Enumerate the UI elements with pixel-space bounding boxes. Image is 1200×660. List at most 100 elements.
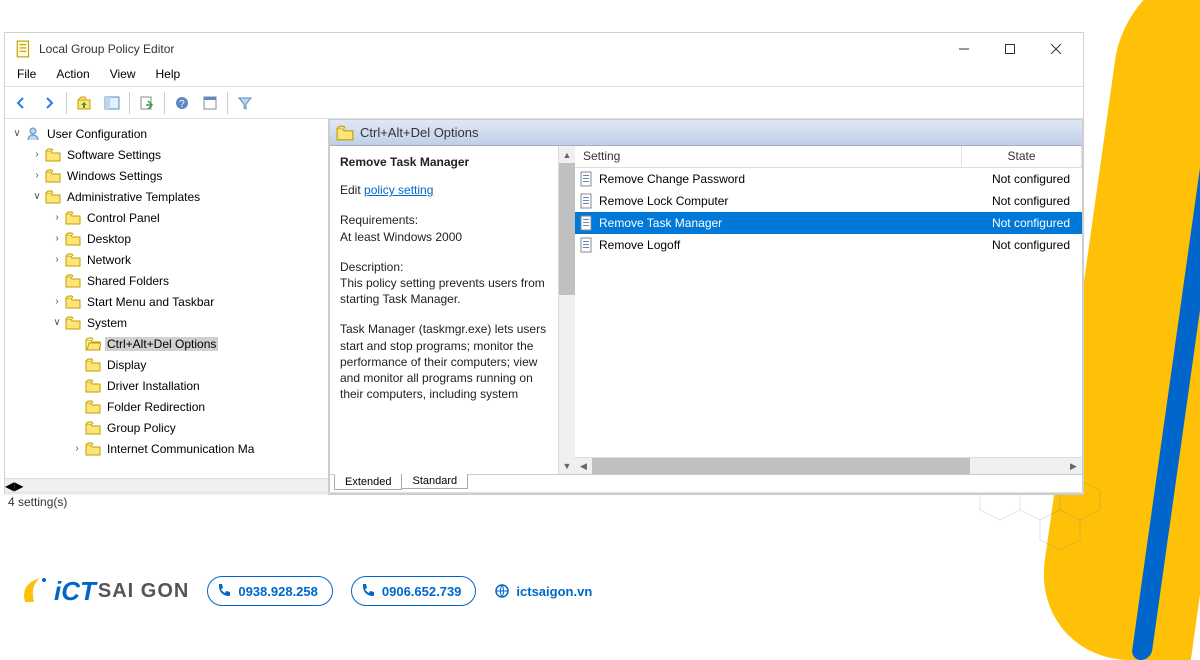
tree-item[interactable]: ∨Administrative Templates [5,186,328,207]
tree-item[interactable]: Shared Folders [5,270,328,291]
description-p1: This policy setting prevents users from … [340,275,548,307]
website-link[interactable]: ictsaigon.vn [494,583,592,599]
scroll-right-icon[interactable]: ▶ [1065,458,1082,474]
tab-extended[interactable]: Extended [334,474,402,490]
filter-button[interactable] [232,90,258,116]
tree-item[interactable]: › Software Settings [5,144,328,165]
tree-item[interactable]: › Start Menu and Taskbar [5,291,328,312]
tree-label: Internet Communication Ma [105,442,256,456]
back-button[interactable] [8,90,34,116]
svg-text:?: ? [179,99,185,110]
phone-pill-1[interactable]: 0938.928.258 [207,576,333,606]
up-button[interactable] [71,90,97,116]
tree-item[interactable]: Driver Installation [5,375,328,396]
maximize-button[interactable] [987,33,1033,65]
help-button[interactable]: ? [169,90,195,116]
list-row[interactable]: Remove Change PasswordNot configured [575,168,1082,190]
chevron-down-icon[interactable]: ∨ [29,191,45,202]
scroll-down-icon[interactable]: ▼ [559,457,575,474]
details-header-text: Ctrl+Alt+Del Options [360,125,479,140]
tree-label: Display [105,358,148,372]
menu-help[interactable]: Help [146,65,191,86]
tree-label: Software Settings [65,148,163,162]
tree-label: Desktop [85,232,133,246]
folder-icon [65,273,81,289]
list-row[interactable]: Remove LogoffNot configured [575,234,1082,256]
chevron-down-icon[interactable]: ∨ [49,317,65,328]
tab-standard[interactable]: Standard [401,474,468,489]
menu-action[interactable]: Action [46,65,99,86]
menu-view[interactable]: View [100,65,146,86]
statusbar: 4 setting(s) [4,492,1084,511]
tree-item[interactable]: Group Policy [5,417,328,438]
folder-icon [85,336,101,352]
tree-item[interactable]: › Internet Communication Ma [5,438,328,459]
tree-root[interactable]: ∨ User Configuration [5,123,328,144]
folder-icon [45,168,61,184]
window-title: Local Group Policy Editor [39,42,941,56]
globe-icon [494,583,510,599]
chevron-right-icon[interactable]: › [49,212,65,223]
edit-policy-link[interactable]: policy setting [364,183,433,197]
col-state[interactable]: State [962,146,1082,167]
tree-item[interactable]: Display [5,354,328,375]
logo-swoosh-icon [20,574,54,608]
scroll-left-icon[interactable]: ◀ [575,458,592,474]
export-button[interactable] [134,90,160,116]
tree-item[interactable]: Ctrl+Alt+Del Options [5,333,328,354]
close-button[interactable] [1033,33,1079,65]
phone-icon [216,583,232,599]
desc-vscrollbar[interactable]: ▲ ▼ [558,146,575,474]
gpedit-window: Local Group Policy Editor File Action Vi… [4,32,1084,494]
tree-label: Windows Settings [65,169,164,183]
list-row[interactable]: Remove Task ManagerNot configured [575,212,1082,234]
tree-item[interactable]: › Windows Settings [5,165,328,186]
show-hide-tree-button[interactable] [99,90,125,116]
app-icon [15,40,33,58]
menubar: File Action View Help [5,65,1083,87]
tree-item[interactable]: › Desktop [5,228,328,249]
col-setting[interactable]: Setting [575,146,962,167]
phone-1-text: 0938.928.258 [238,584,318,599]
toolbar-separator [164,92,165,114]
chevron-right-icon[interactable]: › [69,443,85,454]
phone-2-text: 0906.652.739 [382,584,462,599]
forward-button[interactable] [36,90,62,116]
chevron-right-icon[interactable]: › [49,254,65,265]
minimize-button[interactable] [941,33,987,65]
logo-text-1: iCT [54,576,96,607]
policy-name: Remove Task Manager [599,216,958,230]
titlebar[interactable]: Local Group Policy Editor [5,33,1083,65]
folder-icon [85,399,101,415]
chevron-right-icon[interactable]: › [29,170,45,181]
chevron-down-icon[interactable]: ∨ [9,128,25,139]
tree-label: Start Menu and Taskbar [85,295,216,309]
menu-file[interactable]: File [7,65,46,86]
phone-pill-2[interactable]: 0906.652.739 [351,576,477,606]
tree-item[interactable]: ›Control Panel [5,207,328,228]
requirements-text: At least Windows 2000 [340,229,548,245]
tree-item[interactable]: ›Network [5,249,328,270]
tree-item[interactable]: ∨System [5,312,328,333]
chevron-right-icon[interactable]: › [29,149,45,160]
policy-state: Not configured [958,194,1078,208]
folder-icon [65,210,81,226]
toolbar: ? [5,87,1083,119]
properties-button[interactable] [197,90,223,116]
tree-item[interactable]: Folder Redirection [5,396,328,417]
list-header[interactable]: Setting State [575,146,1082,168]
website-text: ictsaigon.vn [516,584,592,599]
tree-label: Driver Installation [105,379,202,393]
chevron-right-icon[interactable]: › [49,233,65,244]
policy-name: Remove Lock Computer [599,194,958,208]
list-row[interactable]: Remove Lock ComputerNot configured [575,190,1082,212]
nav-tree[interactable]: ∨ User Configuration ›Software Settings›… [5,119,328,477]
edit-policy-line: Edit policy setting [340,182,548,198]
list-hscrollbar[interactable]: ◀ ▶ [575,457,1082,474]
chevron-right-icon[interactable]: › [49,296,65,307]
details-header: Ctrl+Alt+Del Options [330,120,1082,146]
scroll-up-icon[interactable]: ▲ [559,146,575,163]
folder-icon [45,147,61,163]
policy-icon [579,215,595,231]
folder-icon [85,357,101,373]
